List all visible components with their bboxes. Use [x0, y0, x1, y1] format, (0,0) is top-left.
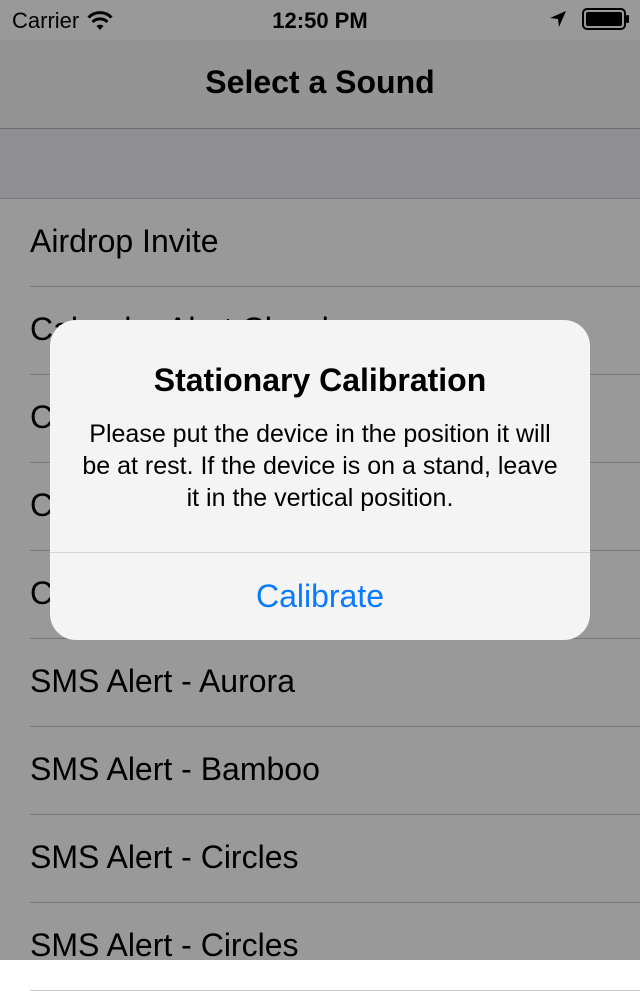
alert-message: Please put the device in the position it…	[82, 420, 558, 512]
alert-title: Stationary Calibration	[153, 362, 487, 398]
alert-dialog: Stationary Calibration Please put the de…	[50, 320, 590, 640]
app-screen: Carrier 12:50 PM Select a Sound Airdrop …	[0, 0, 640, 991]
calibrate-button[interactable]: Calibrate	[50, 553, 590, 640]
